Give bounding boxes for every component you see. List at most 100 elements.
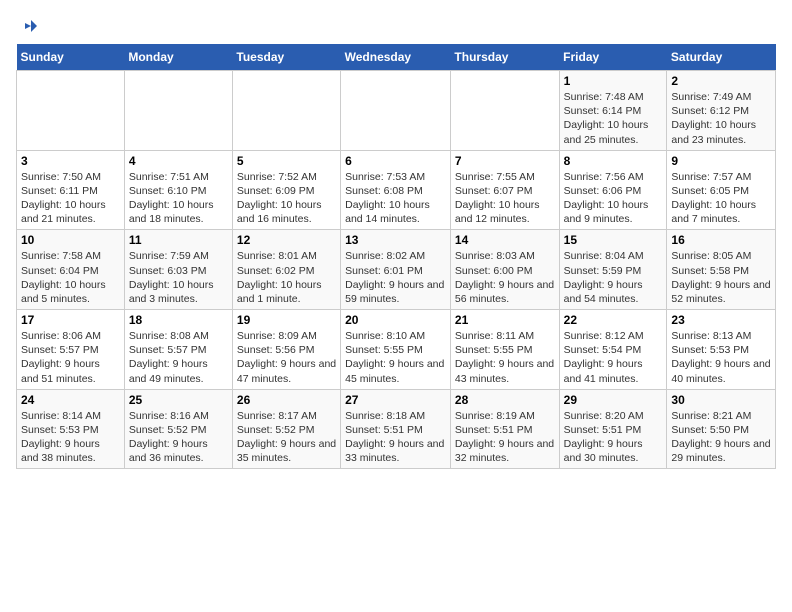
day-cell: 11 Sunrise: 7:59 AM Sunset: 6:03 PM Dayli… bbox=[124, 230, 232, 310]
day-number: 20 bbox=[345, 313, 446, 327]
day-cell: 19 Sunrise: 8:09 AM Sunset: 5:56 PM Dayli… bbox=[232, 310, 340, 390]
day-cell: 26 Sunrise: 8:17 AM Sunset: 5:52 PM Dayli… bbox=[232, 389, 340, 469]
day-info: Sunrise: 8:16 AM Sunset: 5:52 PM Dayligh… bbox=[129, 409, 228, 466]
day-cell: 4Sunrise: 7:51 AM Sunset: 6:10 PM Daylig… bbox=[124, 150, 232, 230]
day-cell bbox=[341, 71, 451, 151]
day-info: Sunrise: 8:06 AM Sunset: 5:57 PM Dayligh… bbox=[21, 329, 120, 386]
week-row-2: 3Sunrise: 7:50 AM Sunset: 6:11 PM Daylig… bbox=[17, 150, 776, 230]
day-number: 21 bbox=[455, 313, 555, 327]
day-cell: 9 Sunrise: 7:57 AM Sunset: 6:05 PM Daylig… bbox=[667, 150, 776, 230]
day-number: 11 bbox=[129, 233, 228, 247]
col-header-thursday: Thursday bbox=[450, 44, 559, 71]
col-header-sunday: Sunday bbox=[17, 44, 125, 71]
day-info: Sunrise: 8:04 AM Sunset: 5:59 PM Dayligh… bbox=[564, 249, 663, 306]
day-number: 26 bbox=[237, 393, 336, 407]
col-header-monday: Monday bbox=[124, 44, 232, 71]
day-info: Sunrise: 7:58 AM Sunset: 6:04 PM Dayligh… bbox=[21, 249, 120, 306]
day-info: Sunrise: 7:56 AM Sunset: 6:06 PM Dayligh… bbox=[564, 170, 663, 227]
day-number: 16 bbox=[671, 233, 771, 247]
day-info: Sunrise: 8:08 AM Sunset: 5:57 PM Dayligh… bbox=[129, 329, 228, 386]
day-cell: 5 Sunrise: 7:52 AM Sunset: 6:09 PM Daylig… bbox=[232, 150, 340, 230]
day-number: 24 bbox=[21, 393, 120, 407]
week-row-1: 1 Sunrise: 7:48 AM Sunset: 6:14 PM Daylig… bbox=[17, 71, 776, 151]
col-header-saturday: Saturday bbox=[667, 44, 776, 71]
day-cell: 14Sunrise: 8:03 AM Sunset: 6:00 PM Dayli… bbox=[450, 230, 559, 310]
day-cell: 15 Sunrise: 8:04 AM Sunset: 5:59 PM Dayli… bbox=[559, 230, 667, 310]
day-number: 3 bbox=[21, 154, 120, 168]
day-cell: 7Sunrise: 7:55 AM Sunset: 6:07 PM Daylig… bbox=[450, 150, 559, 230]
day-info: Sunrise: 7:52 AM Sunset: 6:09 PM Dayligh… bbox=[237, 170, 336, 227]
day-number: 10 bbox=[21, 233, 120, 247]
week-row-5: 24Sunrise: 8:14 AM Sunset: 5:53 PM Dayli… bbox=[17, 389, 776, 469]
day-info: Sunrise: 7:59 AM Sunset: 6:03 PM Dayligh… bbox=[129, 249, 228, 306]
day-cell: 29 Sunrise: 8:20 AM Sunset: 5:51 PM Dayli… bbox=[559, 389, 667, 469]
day-number: 8 bbox=[564, 154, 663, 168]
day-cell: 17 Sunrise: 8:06 AM Sunset: 5:57 PM Dayli… bbox=[17, 310, 125, 390]
header bbox=[16, 16, 776, 36]
day-info: Sunrise: 8:11 AM Sunset: 5:55 PM Dayligh… bbox=[455, 329, 555, 386]
day-info: Sunrise: 8:21 AM Sunset: 5:50 PM Dayligh… bbox=[671, 409, 771, 466]
day-cell: 3Sunrise: 7:50 AM Sunset: 6:11 PM Daylig… bbox=[17, 150, 125, 230]
day-number: 22 bbox=[564, 313, 663, 327]
day-number: 2 bbox=[671, 74, 771, 88]
day-number: 23 bbox=[671, 313, 771, 327]
day-info: Sunrise: 8:09 AM Sunset: 5:56 PM Dayligh… bbox=[237, 329, 336, 386]
week-row-3: 10 Sunrise: 7:58 AM Sunset: 6:04 PM Dayli… bbox=[17, 230, 776, 310]
day-info: Sunrise: 8:19 AM Sunset: 5:51 PM Dayligh… bbox=[455, 409, 555, 466]
day-number: 29 bbox=[564, 393, 663, 407]
day-cell: 25 Sunrise: 8:16 AM Sunset: 5:52 PM Dayli… bbox=[124, 389, 232, 469]
day-info: Sunrise: 7:55 AM Sunset: 6:07 PM Dayligh… bbox=[455, 170, 555, 227]
day-cell bbox=[124, 71, 232, 151]
day-number: 12 bbox=[237, 233, 336, 247]
day-cell bbox=[232, 71, 340, 151]
day-cell bbox=[450, 71, 559, 151]
col-header-wednesday: Wednesday bbox=[341, 44, 451, 71]
week-row-4: 17 Sunrise: 8:06 AM Sunset: 5:57 PM Dayli… bbox=[17, 310, 776, 390]
day-number: 6 bbox=[345, 154, 446, 168]
day-cell: 2 Sunrise: 7:49 AM Sunset: 6:12 PM Daylig… bbox=[667, 71, 776, 151]
day-info: Sunrise: 8:05 AM Sunset: 5:58 PM Dayligh… bbox=[671, 249, 771, 306]
day-number: 17 bbox=[21, 313, 120, 327]
day-number: 4 bbox=[129, 154, 228, 168]
day-cell: 12 Sunrise: 8:01 AM Sunset: 6:02 PM Dayli… bbox=[232, 230, 340, 310]
day-info: Sunrise: 7:48 AM Sunset: 6:14 PM Dayligh… bbox=[564, 90, 663, 147]
day-number: 15 bbox=[564, 233, 663, 247]
day-cell: 8 Sunrise: 7:56 AM Sunset: 6:06 PM Daylig… bbox=[559, 150, 667, 230]
calendar-table: SundayMondayTuesdayWednesdayThursdayFrid… bbox=[16, 44, 776, 469]
day-info: Sunrise: 8:18 AM Sunset: 5:51 PM Dayligh… bbox=[345, 409, 446, 466]
day-cell: 6 Sunrise: 7:53 AM Sunset: 6:08 PM Daylig… bbox=[341, 150, 451, 230]
day-cell: 16 Sunrise: 8:05 AM Sunset: 5:58 PM Dayli… bbox=[667, 230, 776, 310]
day-number: 30 bbox=[671, 393, 771, 407]
day-number: 13 bbox=[345, 233, 446, 247]
day-number: 1 bbox=[564, 74, 663, 88]
day-number: 18 bbox=[129, 313, 228, 327]
day-cell: 21 Sunrise: 8:11 AM Sunset: 5:55 PM Dayli… bbox=[450, 310, 559, 390]
day-info: Sunrise: 8:17 AM Sunset: 5:52 PM Dayligh… bbox=[237, 409, 336, 466]
day-info: Sunrise: 8:13 AM Sunset: 5:53 PM Dayligh… bbox=[671, 329, 771, 386]
logo-icon bbox=[17, 16, 37, 36]
day-cell: 20 Sunrise: 8:10 AM Sunset: 5:55 PM Dayli… bbox=[341, 310, 451, 390]
day-info: Sunrise: 7:53 AM Sunset: 6:08 PM Dayligh… bbox=[345, 170, 446, 227]
header-row: SundayMondayTuesdayWednesdayThursdayFrid… bbox=[17, 44, 776, 71]
col-header-friday: Friday bbox=[559, 44, 667, 71]
day-number: 19 bbox=[237, 313, 336, 327]
day-number: 14 bbox=[455, 233, 555, 247]
day-info: Sunrise: 8:02 AM Sunset: 6:01 PM Dayligh… bbox=[345, 249, 446, 306]
day-info: Sunrise: 8:01 AM Sunset: 6:02 PM Dayligh… bbox=[237, 249, 336, 306]
logo bbox=[16, 16, 37, 36]
day-cell: 28Sunrise: 8:19 AM Sunset: 5:51 PM Dayli… bbox=[450, 389, 559, 469]
day-number: 27 bbox=[345, 393, 446, 407]
day-info: Sunrise: 7:57 AM Sunset: 6:05 PM Dayligh… bbox=[671, 170, 771, 227]
day-number: 9 bbox=[671, 154, 771, 168]
day-cell: 1 Sunrise: 7:48 AM Sunset: 6:14 PM Daylig… bbox=[559, 71, 667, 151]
day-info: Sunrise: 8:20 AM Sunset: 5:51 PM Dayligh… bbox=[564, 409, 663, 466]
day-cell: 18 Sunrise: 8:08 AM Sunset: 5:57 PM Dayli… bbox=[124, 310, 232, 390]
day-cell: 13 Sunrise: 8:02 AM Sunset: 6:01 PM Dayli… bbox=[341, 230, 451, 310]
day-cell: 10 Sunrise: 7:58 AM Sunset: 6:04 PM Dayli… bbox=[17, 230, 125, 310]
day-info: Sunrise: 8:10 AM Sunset: 5:55 PM Dayligh… bbox=[345, 329, 446, 386]
day-number: 5 bbox=[237, 154, 336, 168]
day-info: Sunrise: 7:49 AM Sunset: 6:12 PM Dayligh… bbox=[671, 90, 771, 147]
day-cell: 30 Sunrise: 8:21 AM Sunset: 5:50 PM Dayli… bbox=[667, 389, 776, 469]
day-number: 25 bbox=[129, 393, 228, 407]
day-cell: 24Sunrise: 8:14 AM Sunset: 5:53 PM Dayli… bbox=[17, 389, 125, 469]
